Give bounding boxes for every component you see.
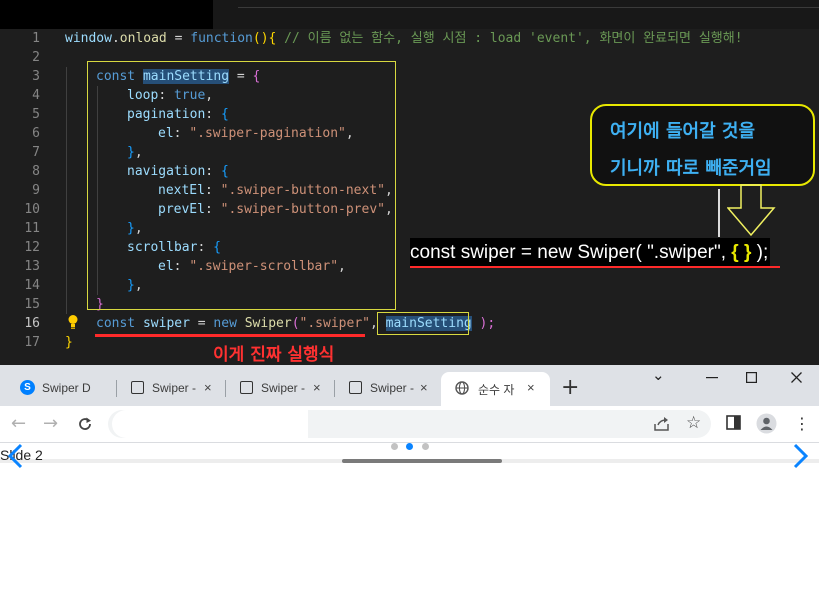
bubble-text-line-1: 여기에 들어갈 것을 — [610, 121, 756, 142]
pagination-bullet-active[interactable] — [406, 443, 413, 450]
reload-icon[interactable] — [77, 416, 93, 432]
tab-close-icon[interactable]: × — [204, 380, 212, 395]
maximize-icon[interactable] — [746, 372, 757, 383]
share-icon[interactable] — [653, 415, 670, 432]
line-number: 5 — [32, 107, 40, 122]
close-window-icon[interactable] — [791, 372, 802, 383]
forward-arrow-icon[interactable]: → — [43, 415, 58, 433]
minimize-icon[interactable] — [706, 377, 718, 379]
swiper-scrollbar-thumb[interactable] — [342, 459, 502, 463]
browser-tab-bar: S Swiper D Swiper - × Swiper - × Swiper … — [0, 365, 819, 406]
browser-tab[interactable]: Swiper - × — [335, 372, 441, 406]
line-number: 13 — [24, 259, 40, 274]
indent-guide — [66, 67, 67, 314]
profile-avatar-icon[interactable] — [756, 413, 777, 434]
token: . — [111, 31, 120, 46]
line-number: 1 — [32, 31, 40, 46]
swiper-call-example: const swiper = new Swiper( ".swiper", { … — [410, 238, 771, 268]
tab-search-chevron-icon[interactable]: ⌄ — [652, 366, 665, 384]
tab-title: Swiper - — [261, 381, 306, 395]
browser-tab[interactable]: Swiper - × — [117, 372, 226, 406]
swiper-next-arrow-icon[interactable] — [790, 443, 810, 469]
page-icon — [240, 381, 253, 394]
back-arrow-icon[interactable]: ← — [11, 415, 26, 433]
token: ( — [291, 316, 300, 331]
code-line-17[interactable]: } — [65, 333, 73, 352]
highlight-box-mainsetting — [87, 61, 396, 310]
line-number: 10 — [24, 202, 40, 217]
top-black-bar — [0, 0, 213, 29]
swiper-logo-icon: S — [20, 380, 35, 395]
globe-icon — [455, 381, 469, 395]
line-number: 4 — [32, 88, 40, 103]
tab-title: Swiper D — [42, 381, 91, 395]
browser-tab-active[interactable]: 순수 자 × — [441, 372, 550, 406]
line-number: 7 — [32, 145, 40, 160]
token: ); — [471, 316, 496, 331]
pagination-bullet[interactable] — [391, 443, 398, 450]
swiper-call-object: { } — [731, 242, 752, 263]
browser-tab[interactable]: S Swiper D — [0, 372, 117, 406]
speech-bubble: 여기에 들어갈 것을 기니까 따로 빼준거임 — [590, 104, 815, 186]
code-comment: // 이름 없는 함수, 실행 시점 : load 'event', 화면이 완… — [276, 31, 743, 46]
pagination-bullet[interactable] — [422, 443, 429, 450]
token: ".swiper" — [299, 316, 370, 331]
highlight-box-argument — [377, 312, 469, 335]
swiper-call-suffix: ); — [751, 242, 769, 263]
line-number: 11 — [24, 221, 40, 236]
tab-close-icon[interactable]: × — [420, 380, 428, 395]
page-icon — [131, 381, 144, 394]
new-tab-button[interactable]: + — [561, 377, 579, 399]
token: window — [65, 31, 112, 46]
tab-title: Swiper - — [152, 381, 197, 395]
token: new — [213, 316, 237, 331]
line-number: 6 — [32, 126, 40, 141]
token: swiper — [142, 316, 190, 331]
line-number: 2 — [32, 50, 40, 65]
code-line-1[interactable]: window.onload = function(){ // 이름 없는 함수,… — [65, 29, 743, 48]
line-number: 17 — [24, 335, 40, 350]
pointer-line — [718, 189, 720, 237]
token: const — [96, 316, 136, 331]
address-input[interactable] — [130, 412, 294, 436]
token: Swiper — [244, 316, 292, 331]
token: function — [190, 31, 253, 46]
browser-toolbar: ← → ☆ ⋮ — [0, 406, 819, 443]
swiper-call-prefix: const swiper = new Swiper( ".swiper", — [410, 242, 732, 263]
line-number: 15 — [24, 297, 40, 312]
editor-top-strip — [213, 0, 819, 29]
token: onload — [119, 31, 167, 46]
red-underline — [410, 266, 780, 268]
token: = — [166, 31, 191, 46]
browser-tab[interactable]: Swiper - × — [226, 372, 335, 406]
bubble-text-line-2: 기니까 따로 빼준거임 — [610, 158, 772, 179]
token: } — [65, 335, 73, 350]
code-editor[interactable]: 1 2 3 4 5 6 7 8 9 10 11 12 13 14 15 16 1… — [0, 0, 819, 365]
tab-close-icon[interactable]: × — [527, 380, 535, 395]
bookmark-star-icon[interactable]: ☆ — [686, 413, 701, 433]
tab-title: 순수 자 — [478, 383, 515, 397]
down-arrow-icon — [727, 184, 776, 237]
editor-top-divider — [238, 7, 819, 8]
tab-title: Swiper - — [370, 381, 415, 395]
annotation-real-call: 이게 진짜 실행식 — [213, 345, 335, 365]
tab-close-icon[interactable]: × — [313, 380, 321, 395]
page-content: Slide 2 — [0, 443, 819, 609]
line-number: 14 — [24, 278, 40, 293]
line-number-active: 16 — [24, 316, 40, 331]
line-number: 3 — [32, 69, 40, 84]
page-icon — [349, 381, 362, 394]
lightbulb-icon[interactable] — [67, 314, 79, 330]
line-number: 9 — [32, 183, 40, 198]
swiper-prev-arrow-icon[interactable] — [6, 443, 26, 469]
side-panel-icon[interactable] — [726, 415, 741, 430]
line-number: 12 — [24, 240, 40, 255]
token: () — [252, 31, 269, 46]
token: = — [189, 316, 214, 331]
more-menu-icon[interactable]: ⋮ — [794, 414, 810, 433]
red-underline — [95, 334, 365, 337]
line-number: 8 — [32, 164, 40, 179]
